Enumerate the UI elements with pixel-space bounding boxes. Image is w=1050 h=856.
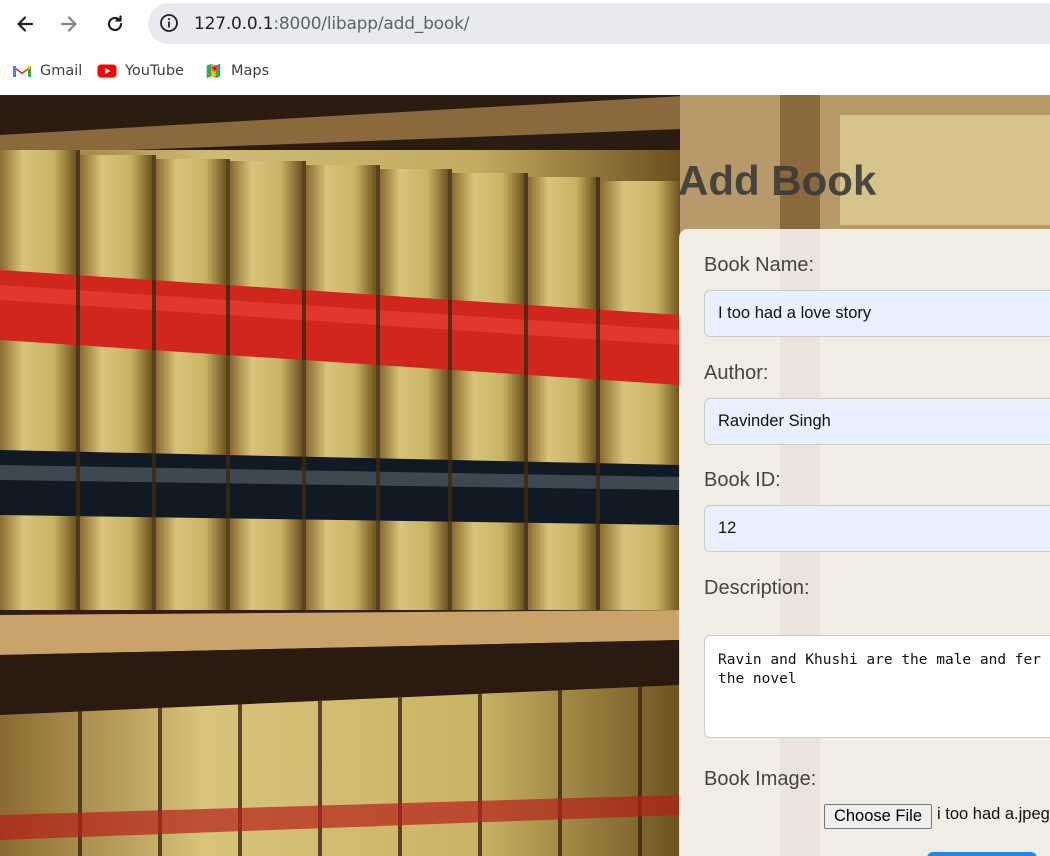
back-button[interactable] bbox=[10, 9, 40, 39]
page-title: Add Book bbox=[678, 157, 877, 204]
youtube-icon bbox=[97, 64, 117, 78]
book-name-label: Book Name: bbox=[704, 254, 815, 276]
arrow-right-icon bbox=[60, 16, 77, 32]
browser-toolbar: 127.0.0.1:8000/libapp/add_book/ bbox=[0, 0, 1050, 48]
bookmark-label: YouTube bbox=[125, 63, 184, 79]
page-content: Add Book Book Name: I too had a love sto… bbox=[0, 95, 1050, 856]
url-path: :8000/libapp/add_book/ bbox=[273, 14, 470, 34]
bookmarks-bar: Gmail YouTube Maps bbox=[0, 48, 1050, 95]
add-book-form: Book Name: I too had a love story Author… bbox=[679, 229, 1050, 856]
submit-button[interactable] bbox=[927, 852, 1037, 856]
url-text[interactable]: 127.0.0.1:8000/libapp/add_book/ bbox=[194, 14, 469, 34]
gmail-icon bbox=[12, 65, 32, 77]
forward-button[interactable] bbox=[54, 9, 84, 39]
choose-file-button[interactable]: Choose File bbox=[824, 804, 932, 829]
description-textarea[interactable]: Ravin and Khushi are the male and fer th… bbox=[704, 635, 1050, 738]
bookmark-label: Gmail bbox=[40, 63, 83, 79]
description-label: Description: bbox=[704, 577, 810, 599]
book-image-label: Book Image: bbox=[704, 768, 817, 790]
author-input[interactable]: Ravinder Singh bbox=[704, 398, 1050, 445]
bookmark-maps[interactable]: Maps bbox=[203, 60, 269, 82]
bookmark-youtube[interactable]: YouTube bbox=[97, 60, 184, 82]
book-id-label: Book ID: bbox=[704, 469, 781, 491]
selected-file-name: i too had a.jpeg bbox=[937, 805, 1050, 823]
reload-button[interactable] bbox=[100, 9, 130, 39]
maps-icon bbox=[206, 63, 221, 79]
bookmark-gmail[interactable]: Gmail bbox=[12, 60, 82, 82]
arrow-left-icon bbox=[17, 16, 34, 32]
site-info-icon[interactable] bbox=[159, 13, 179, 33]
reload-icon bbox=[107, 15, 123, 32]
address-bar[interactable]: 127.0.0.1:8000/libapp/add_book/ bbox=[148, 3, 1050, 44]
url-host: 127.0.0.1 bbox=[194, 14, 274, 34]
book-name-input[interactable]: I too had a love story bbox=[704, 290, 1050, 337]
bookmark-label: Maps bbox=[231, 63, 270, 79]
book-id-input[interactable]: 12 bbox=[704, 505, 1050, 552]
author-label: Author: bbox=[704, 362, 769, 384]
